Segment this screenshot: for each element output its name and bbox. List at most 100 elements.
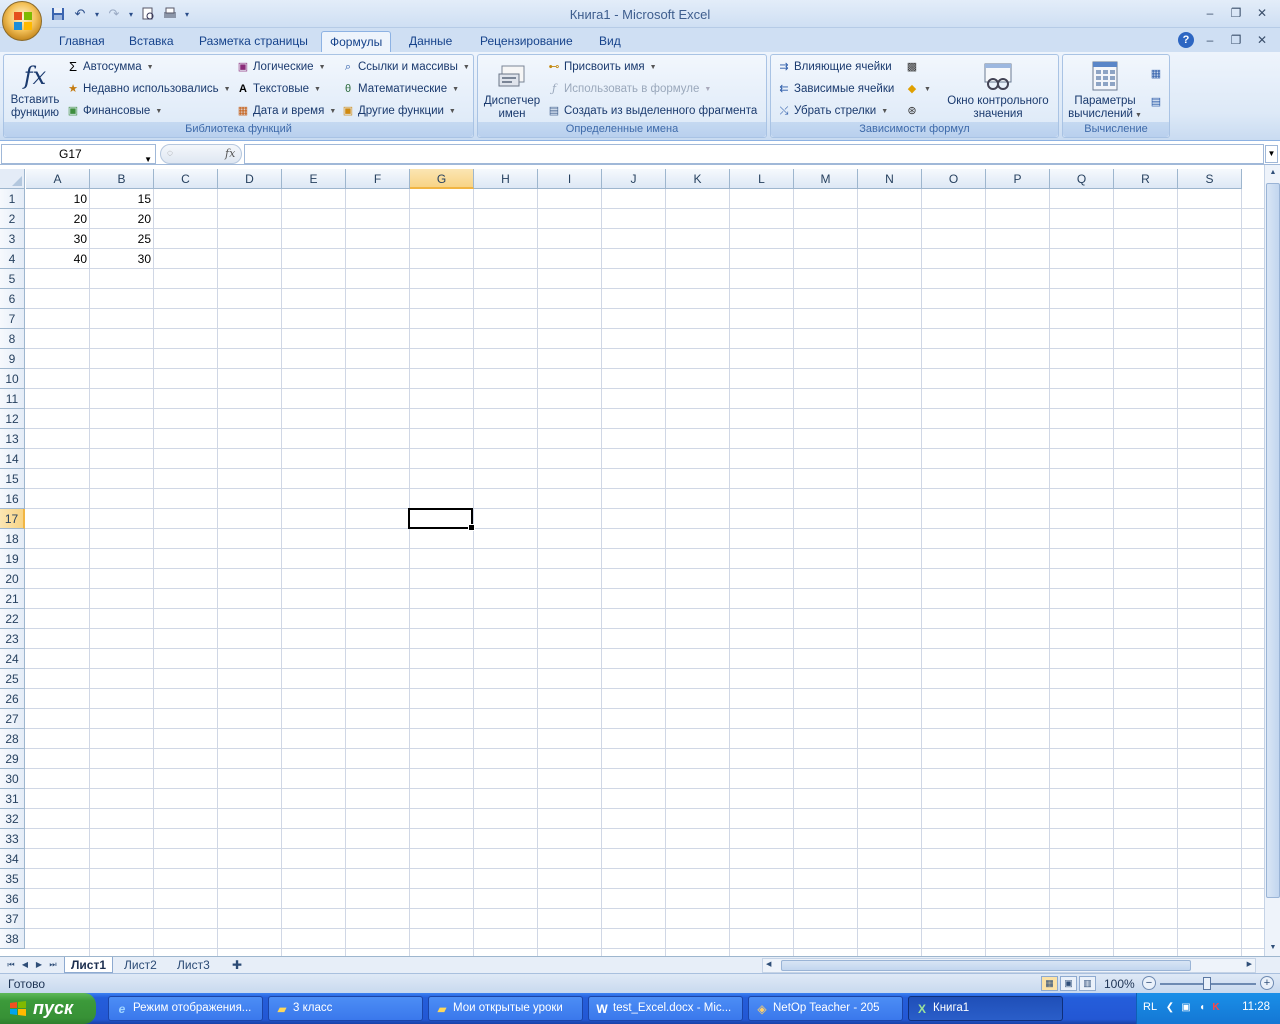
logical-functions-button[interactable]: ▣ Логические ▼ <box>236 60 326 74</box>
help-icon[interactable]: ? <box>1178 32 1194 48</box>
active-cell-cursor[interactable] <box>408 508 475 531</box>
row-header-26[interactable]: 26 <box>0 689 25 709</box>
row-header-5[interactable]: 5 <box>0 269 25 289</box>
column-header-p[interactable]: P <box>986 169 1050 189</box>
minimize-button[interactable]: – <box>1200 4 1220 22</box>
other-functions-button[interactable]: ▣ Другие функции ▼ <box>341 104 456 118</box>
zoom-slider-thumb[interactable] <box>1203 977 1211 990</box>
network-icon[interactable]: ▣ <box>1179 1001 1193 1015</box>
column-header-l[interactable]: L <box>730 169 794 189</box>
workbook-restore-button[interactable]: ❐ <box>1226 31 1246 49</box>
name-box-dropdown-icon[interactable]: ▼ <box>144 151 152 169</box>
scroll-down-icon[interactable]: ▼ <box>1266 941 1280 955</box>
taskbar-item[interactable]: e Режим отображения... <box>108 996 263 1021</box>
horizontal-scrollbar[interactable]: ◀ ▶ <box>762 958 1256 973</box>
restore-button[interactable]: ❐ <box>1226 4 1246 22</box>
start-button[interactable]: пуск <box>0 993 96 1024</box>
row-header-11[interactable]: 11 <box>0 389 25 409</box>
row-header-19[interactable]: 19 <box>0 549 25 569</box>
row-header-21[interactable]: 21 <box>0 589 25 609</box>
column-header-r[interactable]: R <box>1114 169 1178 189</box>
column-header-j[interactable]: J <box>602 169 666 189</box>
zoom-level[interactable]: 100% <box>1104 977 1135 991</box>
first-sheet-icon[interactable]: ⏮ <box>4 958 18 972</box>
row-header-23[interactable]: 23 <box>0 629 25 649</box>
calculate-now-button[interactable]: ▦ <box>1149 67 1163 81</box>
column-header-g[interactable]: G <box>410 169 474 189</box>
column-header-o[interactable]: O <box>922 169 986 189</box>
sheet-tab-1[interactable]: Лист1 <box>64 957 114 973</box>
name-box[interactable]: G17 ▼ <box>1 144 156 164</box>
row-header-35[interactable]: 35 <box>0 869 25 889</box>
row-header-25[interactable]: 25 <box>0 669 25 689</box>
tray-expand-icon[interactable]: ❮ <box>1163 1001 1177 1015</box>
error-checking-button[interactable]: ◆ ▼ <box>905 82 931 96</box>
column-header-a[interactable]: A <box>26 169 90 189</box>
taskbar-item[interactable]: ▰ 3 класс <box>268 996 423 1021</box>
row-header-27[interactable]: 27 <box>0 709 25 729</box>
row-header-32[interactable]: 32 <box>0 809 25 829</box>
sheet-tab-2[interactable]: Лист2 <box>118 957 163 973</box>
office-button[interactable] <box>2 1 42 41</box>
row-header-15[interactable]: 15 <box>0 469 25 489</box>
math-functions-button[interactable]: θ Математические ▼ <box>341 82 459 96</box>
taskbar-item-active[interactable]: X Книга1 <box>908 996 1063 1021</box>
sheet-tab-3[interactable]: Лист3 <box>171 957 216 973</box>
column-header-d[interactable]: D <box>218 169 282 189</box>
calculation-options-button[interactable]: Параметры вычислений ▼ <box>1065 60 1145 122</box>
row-header-18[interactable]: 18 <box>0 529 25 549</box>
trace-dependents-button[interactable]: ⇇ Зависимые ячейки <box>777 82 894 96</box>
formula-input[interactable] <box>244 144 1264 164</box>
scroll-up-icon[interactable]: ▲ <box>1266 166 1280 180</box>
cell-a1[interactable]: 10 <box>26 189 90 209</box>
scroll-right-icon[interactable]: ▶ <box>1247 960 1252 968</box>
row-header-24[interactable]: 24 <box>0 649 25 669</box>
zoom-in-icon[interactable]: + <box>1260 976 1274 990</box>
tab-insert[interactable]: Вставка <box>121 31 182 52</box>
lookup-functions-button[interactable]: ⌕ Ссылки и массивы ▼ <box>341 60 470 74</box>
row-header-37[interactable]: 37 <box>0 909 25 929</box>
insert-sheet-icon[interactable]: ✚ <box>226 957 248 973</box>
row-header-9[interactable]: 9 <box>0 349 25 369</box>
row-header-33[interactable]: 33 <box>0 829 25 849</box>
expand-formula-bar-icon[interactable]: ▼ <box>1265 145 1278 163</box>
page-layout-view-icon[interactable]: ▣ <box>1060 976 1077 991</box>
row-header-28[interactable]: 28 <box>0 729 25 749</box>
cell-a2[interactable]: 20 <box>26 209 90 229</box>
language-indicator[interactable]: RL <box>1143 1001 1157 1013</box>
cell-b3[interactable]: 25 <box>90 229 154 249</box>
taskbar-item[interactable]: ◈ NetOp Teacher - 205 <box>748 996 903 1021</box>
next-sheet-icon[interactable]: ▶ <box>32 958 46 972</box>
row-header-7[interactable]: 7 <box>0 309 25 329</box>
row-header-4[interactable]: 4 <box>0 249 25 269</box>
use-in-formula-button[interactable]: ƒ Использовать в формуле ▼ <box>547 82 711 96</box>
tab-review[interactable]: Рецензирование <box>472 31 581 52</box>
cell-a3[interactable]: 30 <box>26 229 90 249</box>
row-header-1[interactable]: 1 <box>0 189 25 209</box>
workbook-minimize-button[interactable]: – <box>1200 31 1220 49</box>
tab-data[interactable]: Данные <box>401 31 460 52</box>
tab-home[interactable]: Главная <box>51 31 113 52</box>
name-manager-button[interactable]: Диспетчер имен <box>481 60 543 121</box>
row-header-36[interactable]: 36 <box>0 889 25 909</box>
row-header-14[interactable]: 14 <box>0 449 25 469</box>
close-button[interactable]: ✕ <box>1252 4 1272 22</box>
row-header-17[interactable]: 17 <box>0 509 25 529</box>
volume-icon[interactable]: ◖ <box>1195 1001 1209 1015</box>
vertical-scrollbar[interactable]: ▲ ▼ <box>1264 165 1280 956</box>
column-header-f[interactable]: F <box>346 169 410 189</box>
last-sheet-icon[interactable]: ⏭ <box>46 958 60 972</box>
page-break-view-icon[interactable]: ▥ <box>1079 976 1096 991</box>
horizontal-scroll-thumb[interactable] <box>781 960 1191 971</box>
column-header-m[interactable]: M <box>794 169 858 189</box>
autosum-button[interactable]: Σ Автосумма ▼ <box>66 60 154 74</box>
remove-arrows-button[interactable]: ⤯ Убрать стрелки ▼ <box>777 104 889 118</box>
column-header-q[interactable]: Q <box>1050 169 1114 189</box>
tab-page-layout[interactable]: Разметка страницы <box>191 31 316 52</box>
cell-b1[interactable]: 15 <box>90 189 154 209</box>
column-header-i[interactable]: I <box>538 169 602 189</box>
row-header-3[interactable]: 3 <box>0 229 25 249</box>
taskbar-item[interactable]: ▰ Мои открытые уроки <box>428 996 583 1021</box>
column-header-k[interactable]: K <box>666 169 730 189</box>
row-header-22[interactable]: 22 <box>0 609 25 629</box>
